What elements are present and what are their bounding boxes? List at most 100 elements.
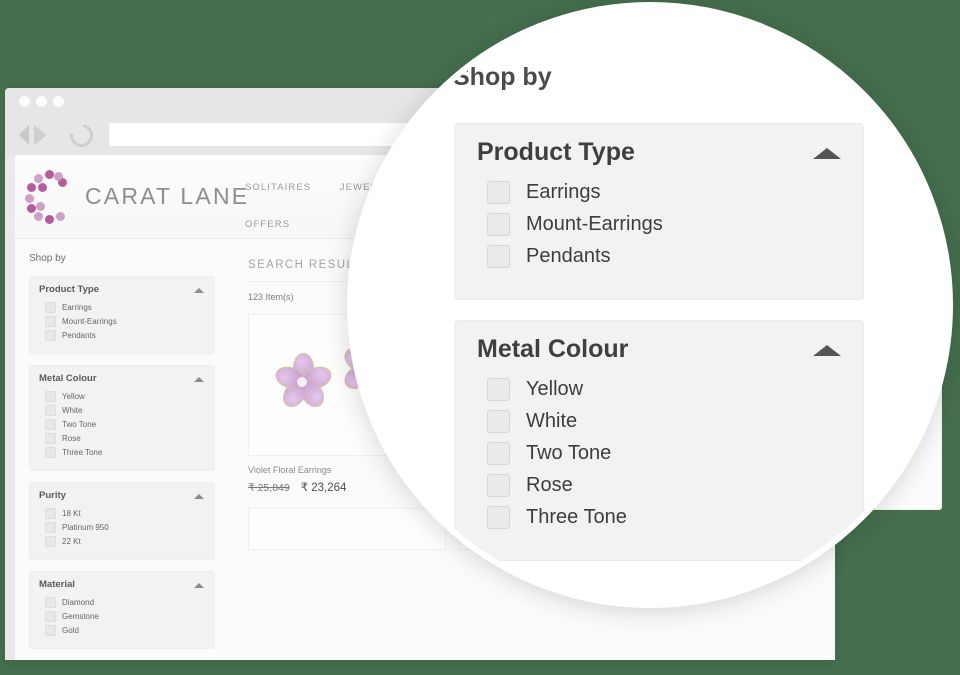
checkbox-icon[interactable] bbox=[45, 433, 56, 444]
nav-item-solitaires[interactable]: SOLITAIRES bbox=[245, 182, 311, 193]
filter-option-label: Mount-Earrings bbox=[62, 317, 117, 326]
minimize-window-button[interactable] bbox=[36, 96, 47, 107]
filter-option-label: Diamond bbox=[62, 598, 94, 607]
back-arrow-icon[interactable] bbox=[19, 125, 29, 145]
filter-option-two-tone[interactable]: Two Tone bbox=[45, 419, 205, 430]
chevron-up-icon[interactable] bbox=[194, 494, 204, 499]
filter-option-label: White bbox=[62, 406, 82, 415]
checkbox-icon[interactable] bbox=[487, 245, 510, 268]
magnified-filter-option-three-tone[interactable]: Three Tone bbox=[487, 506, 841, 529]
close-window-button[interactable] bbox=[19, 96, 30, 107]
filter-option-label: Two Tone bbox=[62, 420, 96, 429]
magnified-filter-option-white[interactable]: White bbox=[487, 410, 841, 433]
checkbox-icon[interactable] bbox=[45, 611, 56, 622]
filter-option-diamond[interactable]: Diamond bbox=[45, 597, 205, 608]
checkbox-icon[interactable] bbox=[487, 410, 510, 433]
filter-option-label: Pendants bbox=[62, 331, 96, 340]
checkbox-icon[interactable] bbox=[45, 522, 56, 533]
shop-by-heading: Shop by bbox=[29, 253, 230, 264]
filter-group-title: Purity bbox=[39, 490, 205, 501]
magnified-filter-option-label: Three Tone bbox=[526, 506, 627, 529]
filter-option-pendants[interactable]: Pendants bbox=[45, 330, 205, 341]
filter-group-title: Metal Colour bbox=[39, 373, 205, 384]
product-price-discounted: ₹ 23,264 bbox=[301, 480, 347, 494]
carat-lane-flower-logo-icon bbox=[25, 170, 77, 222]
checkbox-icon[interactable] bbox=[487, 181, 510, 204]
filter-option-label: Gemstone bbox=[62, 612, 99, 621]
magnified-shop-by-heading: Shop by bbox=[453, 63, 552, 92]
forward-arrow-icon[interactable] bbox=[34, 125, 47, 145]
filter-option-label: 22 Kt bbox=[62, 537, 81, 546]
magnified-filter-option-label: Earrings bbox=[526, 181, 600, 204]
checkbox-icon[interactable] bbox=[487, 474, 510, 497]
magnified-filter-group-product-type: Product Type Earrings Mount-Earrings Pen… bbox=[454, 123, 864, 300]
checkbox-icon[interactable] bbox=[45, 316, 56, 327]
chevron-up-icon[interactable] bbox=[194, 583, 204, 588]
checkbox-icon[interactable] bbox=[45, 597, 56, 608]
magnified-filter-group-title: Product Type bbox=[477, 138, 841, 167]
filter-group-product-type: Product Type Earrings Mount-Earrings Pen… bbox=[29, 276, 215, 354]
magnified-filter-option-label: Two Tone bbox=[526, 442, 611, 465]
magnified-filter-option-label: Mount-Earrings bbox=[526, 213, 663, 236]
checkbox-icon[interactable] bbox=[487, 378, 510, 401]
chevron-up-icon[interactable] bbox=[813, 345, 841, 356]
checkbox-icon[interactable] bbox=[45, 405, 56, 416]
checkbox-icon[interactable] bbox=[45, 302, 56, 313]
brand-wordmark: CARAT LANE bbox=[85, 183, 249, 210]
filter-option-label: Platinum 950 bbox=[62, 523, 109, 532]
filter-option-label: 18 Kt bbox=[62, 509, 81, 518]
magnified-filter-option-rose[interactable]: Rose bbox=[487, 474, 841, 497]
checkbox-icon[interactable] bbox=[487, 442, 510, 465]
checkbox-icon[interactable] bbox=[487, 506, 510, 529]
nav-item-offers[interactable]: OFFERS bbox=[245, 219, 290, 230]
checkbox-icon[interactable] bbox=[45, 391, 56, 402]
filter-option-gold[interactable]: Gold bbox=[45, 625, 205, 636]
filter-option-rose[interactable]: Rose bbox=[45, 433, 205, 444]
filter-option-platinum-950[interactable]: Platinum 950 bbox=[45, 522, 205, 533]
filter-option-label: Yellow bbox=[62, 392, 85, 401]
magnified-filter-option-label: White bbox=[526, 410, 577, 433]
filter-option-label: Earrings bbox=[62, 303, 92, 312]
checkbox-icon[interactable] bbox=[45, 330, 56, 341]
filter-option-label: Three Tone bbox=[62, 448, 102, 457]
filter-option-earrings[interactable]: Earrings bbox=[45, 302, 205, 313]
filter-group-metal-colour: Metal Colour Yellow White Two Tone bbox=[29, 365, 215, 471]
checkbox-icon[interactable] bbox=[487, 213, 510, 236]
checkbox-icon[interactable] bbox=[45, 447, 56, 458]
flower-earring-icon bbox=[271, 351, 333, 413]
reload-icon[interactable] bbox=[65, 119, 97, 151]
magnified-filter-option-two-tone[interactable]: Two Tone bbox=[487, 442, 841, 465]
magnified-filter-option-pendants[interactable]: Pendants bbox=[487, 245, 841, 268]
magnifier-content: Shop by Product Type Earrings Mount-Earr… bbox=[353, 8, 947, 602]
filter-option-mount-earrings[interactable]: Mount-Earrings bbox=[45, 316, 205, 327]
product-price-original: ₹ 25,849 bbox=[248, 482, 290, 494]
filter-option-label: Rose bbox=[62, 434, 81, 443]
checkbox-icon[interactable] bbox=[45, 536, 56, 547]
filter-option-yellow[interactable]: Yellow bbox=[45, 391, 205, 402]
magnified-filter-option-label: Pendants bbox=[526, 245, 611, 268]
magnified-filter-option-yellow[interactable]: Yellow bbox=[487, 378, 841, 401]
chevron-up-icon[interactable] bbox=[813, 148, 841, 159]
magnified-filter-option-label: Yellow bbox=[526, 378, 583, 401]
magnified-filter-option-earrings[interactable]: Earrings bbox=[487, 181, 841, 204]
maximize-window-button[interactable] bbox=[53, 96, 64, 107]
checkbox-icon[interactable] bbox=[45, 625, 56, 636]
brand-logo[interactable]: CARAT LANE bbox=[25, 170, 249, 222]
magnifier-lens: Shop by Product Type Earrings Mount-Earr… bbox=[347, 2, 953, 608]
checkbox-icon[interactable] bbox=[45, 419, 56, 430]
checkbox-icon[interactable] bbox=[45, 508, 56, 519]
filter-option-gemstone[interactable]: Gemstone bbox=[45, 611, 205, 622]
filter-group-purity: Purity 18 Kt Platinum 950 22 Kt bbox=[29, 482, 215, 560]
filter-group-title: Product Type bbox=[39, 284, 205, 295]
chevron-up-icon[interactable] bbox=[194, 377, 204, 382]
filter-sidebar: Shop by Product Type Earrings Mount-Earr… bbox=[15, 239, 230, 660]
magnified-filter-group-metal-colour: Metal Colour Yellow White Two Tone Rose … bbox=[454, 320, 864, 561]
filter-group-material: Material Diamond Gemstone Gold bbox=[29, 571, 215, 649]
magnified-filter-group-title: Metal Colour bbox=[477, 335, 841, 364]
filter-option-three-tone[interactable]: Three Tone bbox=[45, 447, 205, 458]
magnified-filter-option-mount-earrings[interactable]: Mount-Earrings bbox=[487, 213, 841, 236]
filter-option-22-kt[interactable]: 22 Kt bbox=[45, 536, 205, 547]
filter-option-white[interactable]: White bbox=[45, 405, 205, 416]
filter-option-18-kt[interactable]: 18 Kt bbox=[45, 508, 205, 519]
chevron-up-icon[interactable] bbox=[194, 288, 204, 293]
